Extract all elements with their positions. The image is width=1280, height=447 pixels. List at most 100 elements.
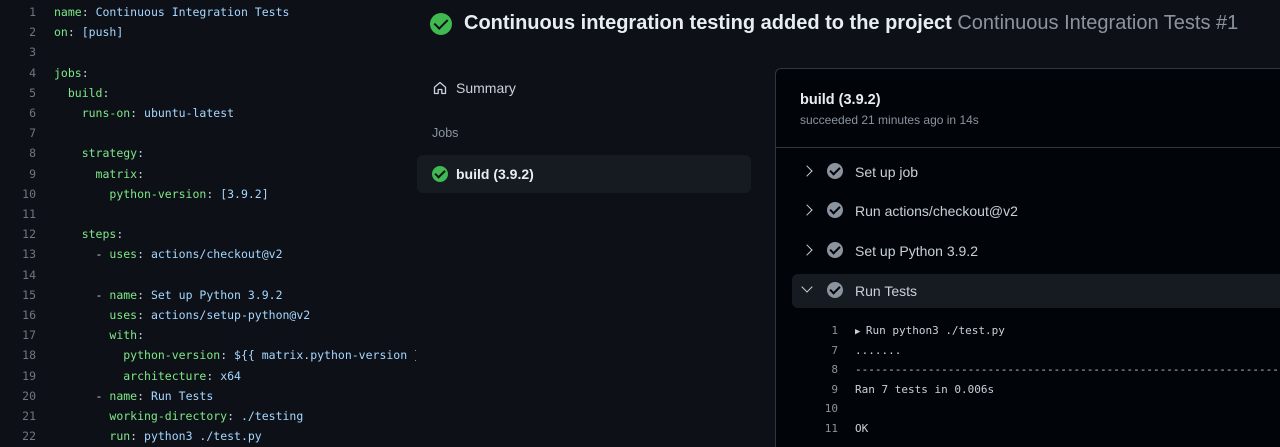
chevron-right-icon[interactable] <box>801 165 813 177</box>
line-number: 19 <box>22 368 36 383</box>
code-line: 8 strategy: <box>0 143 416 163</box>
code-line: 1 name: Continuous Integration Tests <box>0 2 416 22</box>
triangle-right-icon[interactable]: ▶ <box>855 327 866 337</box>
yaml-separator: : <box>137 166 145 181</box>
yaml-separator: : <box>130 106 145 120</box>
code-line: 13 - uses: actions/checkout@v2 <box>0 244 416 264</box>
summary-link[interactable]: Summary <box>432 77 516 99</box>
job-panel: build (3.9.2) succeeded 21 minutes ago i… <box>775 68 1280 447</box>
code-line: 15 - name: Set up Python 3.9.2 <box>0 285 416 305</box>
code-line: 6 runs-on: ubuntu-latest <box>0 103 416 123</box>
log-text: ▶ Run python3 ./test.py <box>855 321 1005 343</box>
code-line: 7 <box>0 123 416 143</box>
line-number: 13 <box>22 247 36 262</box>
line-number: 18 <box>22 348 36 363</box>
line-number: 22 <box>22 429 36 444</box>
yaml-key: uses <box>109 247 138 262</box>
code-text: with: <box>54 325 144 345</box>
log-text-content: Run python3 ./test.py <box>865 324 1005 337</box>
code-text: on: [push] <box>54 22 123 42</box>
code-text: runs-on: ubuntu-latest <box>54 103 234 123</box>
step-row[interactable]: Set up job <box>792 155 1280 189</box>
yaml-key: jobs <box>54 65 82 80</box>
code-text: uses: actions/setup-python@v2 <box>54 305 310 325</box>
yaml-key: name <box>54 5 82 19</box>
step-row[interactable]: Run Tests <box>792 274 1280 308</box>
yaml-key: run <box>109 429 131 444</box>
yaml-separator: : <box>81 5 96 19</box>
code-text: python-version: [3.9.2] <box>54 184 269 204</box>
log-text: ----------------------------------------… <box>855 363 1280 376</box>
code-text: working-directory: ./testing <box>54 406 303 426</box>
step-label: Run actions/checkout@v2 <box>855 203 1018 219</box>
jobs-heading: Jobs <box>432 126 459 140</box>
log-line-number[interactable]: 11 <box>806 419 838 439</box>
code-text: jobs: <box>54 63 89 83</box>
code-text: python-version: ${{ matrix.python-versio… <box>54 345 416 365</box>
workflow-run-name[interactable]: Continuous Integration Tests #1 <box>957 12 1238 34</box>
yaml-value: Run Tests <box>150 388 214 403</box>
yaml-value: ./testing <box>240 409 304 423</box>
line-number: 8 <box>29 146 36 161</box>
step-label: Run Tests <box>855 283 917 299</box>
log-line-number[interactable]: 9 <box>806 380 838 400</box>
home-icon <box>433 81 447 95</box>
yaml-key: python-version <box>109 186 207 201</box>
code-line: 14 <box>0 265 416 285</box>
yaml-separator: : <box>116 227 124 242</box>
yaml-key: working-directory <box>109 409 228 423</box>
step-row[interactable]: Run actions/checkout@v2 <box>792 194 1280 228</box>
chevron-right-icon[interactable] <box>801 244 813 256</box>
line-number: 10 <box>22 186 36 201</box>
summary-label: Summary <box>456 80 516 96</box>
log-line-number[interactable]: 10 <box>806 399 838 419</box>
check-circle-icon <box>827 163 843 179</box>
step-row[interactable]: Set up Python 3.9.2 <box>792 234 1280 268</box>
log-line-number[interactable]: 1 <box>806 321 838 341</box>
job-item-build[interactable]: build (3.9.2) <box>417 155 751 193</box>
log-line-number[interactable]: 7 <box>806 341 838 361</box>
line-number: 21 <box>22 409 36 423</box>
yaml-value: x64 <box>220 368 241 383</box>
log-line: 9 Ran 7 tests in 0.006s <box>776 380 1280 400</box>
yaml-separator: : <box>137 287 151 302</box>
page-title: Continuous integration testing added to … <box>464 12 1238 35</box>
log-text: ....... <box>855 344 902 357</box>
yaml-value: Set up Python 3.9.2 <box>150 287 283 302</box>
yaml-value: [3.9.2] <box>220 186 269 201</box>
job-label: build (3.9.2) <box>456 166 534 182</box>
step-label: Set up job <box>855 164 919 180</box>
yaml-key: architecture <box>123 368 207 383</box>
code-text: name: Continuous Integration Tests <box>54 2 289 22</box>
line-number: 2 <box>29 25 36 40</box>
log-line-number[interactable]: 8 <box>806 360 838 380</box>
yaml-value: python3 ./test.py <box>144 429 262 444</box>
line-number: 16 <box>22 308 36 322</box>
check-circle-icon <box>432 166 448 182</box>
code-text: - uses: actions/checkout@v2 <box>54 244 283 264</box>
yaml-separator: : <box>206 186 221 201</box>
log-line[interactable]: 1 ▶ Run python3 ./test.py <box>776 321 1280 341</box>
yaml-key: matrix <box>95 166 138 181</box>
check-circle-icon <box>827 242 843 258</box>
chevron-down-icon[interactable] <box>801 281 813 293</box>
line-number: 12 <box>22 227 36 242</box>
log-line: 8 ---------------------------------------… <box>776 360 1280 380</box>
chevron-right-icon[interactable] <box>801 204 813 216</box>
yaml-key: runs-on <box>81 106 131 120</box>
log-line: 10 <box>776 399 1280 419</box>
line-number: 3 <box>29 45 36 60</box>
check-circle-icon <box>827 202 843 218</box>
code-editor[interactable]: 1 name: Continuous Integration Tests 2 on: … <box>0 0 416 447</box>
code-indent: - <box>54 247 110 262</box>
code-indent: - <box>54 287 110 302</box>
yaml-key: steps <box>81 227 117 242</box>
step-label: Set up Python 3.9.2 <box>855 243 978 259</box>
code-line: 2 on: [push] <box>0 22 416 42</box>
